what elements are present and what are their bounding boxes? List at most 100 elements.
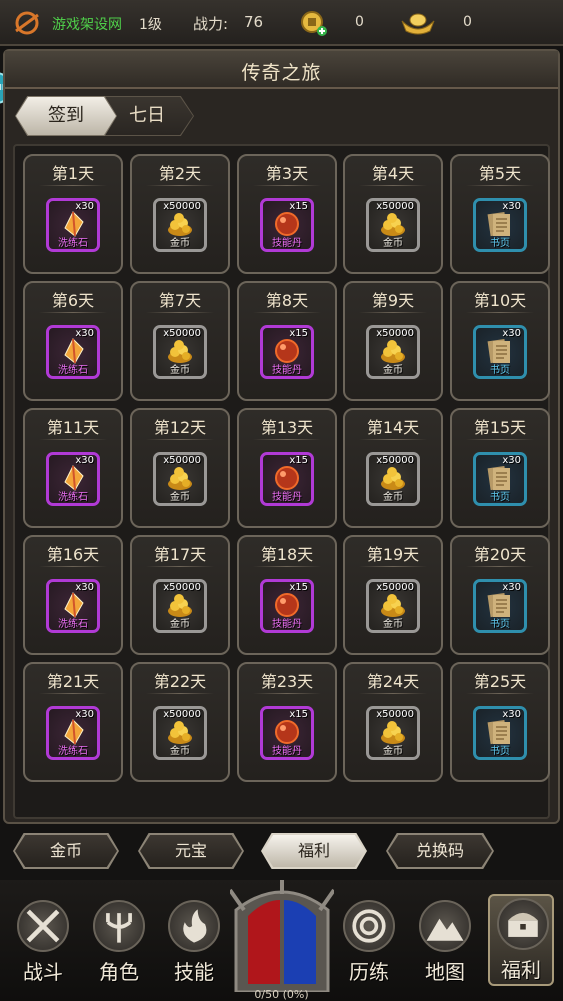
day-label: 第3天 bbox=[265, 164, 309, 183]
portal-gate-icon[interactable] bbox=[230, 880, 334, 992]
nav-item[interactable]: 福利 bbox=[488, 894, 554, 986]
reward-grid: 第1天 x30 洗练石 第2天 x50000 金币 第3天 x15 技能丹 第4天 x50000 金币… bbox=[13, 144, 550, 819]
day-card[interactable]: 第22天 x50000 金币 bbox=[130, 662, 230, 782]
day-card[interactable]: 第2天 x50000 金币 bbox=[130, 154, 230, 274]
reward-item[interactable]: x30 书页 bbox=[473, 198, 527, 252]
reward-item[interactable]: x15 技能丹 bbox=[260, 325, 314, 379]
day-card[interactable]: 第24天 x50000 金币 bbox=[343, 662, 443, 782]
reward-item[interactable]: x50000 金币 bbox=[153, 452, 207, 506]
reward-item[interactable]: x50000 金币 bbox=[153, 325, 207, 379]
reward-item[interactable]: x15 技能丹 bbox=[260, 198, 314, 252]
divider bbox=[466, 439, 534, 440]
day-card[interactable]: 第8天 x15 技能丹 bbox=[237, 281, 337, 401]
reward-quantity: x30 bbox=[502, 201, 521, 212]
reward-item[interactable]: x50000 金币 bbox=[366, 325, 420, 379]
day-card[interactable]: 第20天 x30 书页 bbox=[450, 535, 550, 655]
reward-item[interactable]: x30 书页 bbox=[473, 579, 527, 633]
day-label: 第20天 bbox=[473, 545, 527, 564]
nav-item[interactable]: 技能 bbox=[161, 898, 227, 986]
reward-item[interactable]: x30 书页 bbox=[473, 452, 527, 506]
day-card[interactable]: 第9天 x50000 金币 bbox=[343, 281, 443, 401]
reward-item[interactable]: x30 书页 bbox=[473, 706, 527, 760]
nav-item[interactable]: 地图 bbox=[412, 898, 478, 986]
reward-item[interactable]: x50000 金币 bbox=[366, 579, 420, 633]
reward-quantity: x30 bbox=[502, 328, 521, 339]
day-card[interactable]: 第19天 x50000 金币 bbox=[343, 535, 443, 655]
nav-label: 角色 bbox=[99, 960, 139, 984]
nav-item[interactable]: 角色 bbox=[86, 898, 152, 986]
reward-item[interactable]: x30 洗练石 bbox=[46, 452, 100, 506]
reward-name: 洗练石 bbox=[58, 238, 88, 249]
reward-item[interactable]: x50000 金币 bbox=[153, 198, 207, 252]
day-card[interactable]: 第12天 x50000 金币 bbox=[130, 408, 230, 528]
day-card[interactable]: 第3天 x15 技能丹 bbox=[237, 154, 337, 274]
day-card[interactable]: 第15天 x30 书页 bbox=[450, 408, 550, 528]
day-card[interactable]: 第10天 x30 书页 bbox=[450, 281, 550, 401]
day-label: 第15天 bbox=[473, 418, 527, 437]
reward-item[interactable]: x30 洗练石 bbox=[46, 198, 100, 252]
nav-label: 战斗 bbox=[23, 960, 63, 984]
reward-name: 书页 bbox=[490, 238, 510, 249]
filter-button[interactable]: 金币 bbox=[13, 833, 119, 869]
nav-icon-frame bbox=[343, 900, 395, 952]
nav-label: 地图 bbox=[425, 960, 465, 984]
filter-button[interactable]: 兑换码 bbox=[386, 833, 494, 869]
reward-name: 技能丹 bbox=[272, 492, 302, 503]
reward-quantity: x30 bbox=[75, 455, 94, 466]
nav-label: 技能 bbox=[174, 960, 214, 984]
reward-item[interactable]: x30 洗练石 bbox=[46, 706, 100, 760]
day-card[interactable]: 第25天 x30 书页 bbox=[450, 662, 550, 782]
reward-item[interactable]: x50000 金币 bbox=[366, 706, 420, 760]
player-level: 1级 bbox=[139, 17, 162, 33]
filter-button[interactable]: 福利 bbox=[261, 833, 367, 869]
day-label: 第24天 bbox=[366, 672, 420, 691]
reward-item[interactable]: x50000 金币 bbox=[366, 198, 420, 252]
day-card[interactable]: 第16天 x30 洗练石 bbox=[23, 535, 123, 655]
reward-item[interactable]: x30 洗练石 bbox=[46, 579, 100, 633]
nav-item[interactable]: 战斗 bbox=[10, 898, 76, 986]
coin-add-icon[interactable] bbox=[300, 9, 328, 37]
filter-label: 兑换码 bbox=[415, 841, 464, 860]
day-card[interactable]: 第17天 x50000 金币 bbox=[130, 535, 230, 655]
reward-item[interactable]: x15 技能丹 bbox=[260, 706, 314, 760]
day-card[interactable]: 第6天 x30 洗练石 bbox=[23, 281, 123, 401]
filter-button[interactable]: 元宝 bbox=[138, 833, 244, 869]
divider bbox=[466, 185, 534, 186]
day-card[interactable]: 第5天 x30 书页 bbox=[450, 154, 550, 274]
nav-label: 福利 bbox=[501, 958, 541, 982]
day-card[interactable]: 第18天 x15 技能丹 bbox=[237, 535, 337, 655]
reward-item[interactable]: x30 书页 bbox=[473, 325, 527, 379]
reward-item[interactable]: x15 技能丹 bbox=[260, 452, 314, 506]
reward-name: 洗练石 bbox=[58, 746, 88, 757]
day-card[interactable]: 第23天 x15 技能丹 bbox=[237, 662, 337, 782]
day-card[interactable]: 第13天 x15 技能丹 bbox=[237, 408, 337, 528]
reward-item[interactable]: x50000 金币 bbox=[366, 452, 420, 506]
day-label: 第8天 bbox=[265, 291, 309, 310]
reward-item[interactable]: x50000 金币 bbox=[153, 706, 207, 760]
reward-item[interactable]: x15 技能丹 bbox=[260, 579, 314, 633]
day-card[interactable]: 第21天 x30 洗练石 bbox=[23, 662, 123, 782]
day-card[interactable]: 第14天 x50000 金币 bbox=[343, 408, 443, 528]
day-card[interactable]: 第1天 x30 洗练石 bbox=[23, 154, 123, 274]
reward-quantity: x30 bbox=[502, 709, 521, 720]
reward-quantity: x50000 bbox=[163, 709, 201, 720]
reward-quantity: x30 bbox=[502, 582, 521, 593]
reward-name: 洗练石 bbox=[58, 365, 88, 376]
tab-sign-in[interactable]: 签到 bbox=[16, 97, 116, 135]
nav-item[interactable]: 历练 bbox=[336, 898, 402, 986]
reward-name: 技能丹 bbox=[272, 619, 302, 630]
reward-item[interactable]: x30 洗练石 bbox=[46, 325, 100, 379]
day-card[interactable]: 第11天 x30 洗练石 bbox=[23, 408, 123, 528]
nav-label: 历练 bbox=[349, 960, 389, 984]
reward-name: 书页 bbox=[490, 619, 510, 630]
reward-quantity: x15 bbox=[289, 582, 308, 593]
reward-quantity: x50000 bbox=[163, 455, 201, 466]
divider bbox=[146, 312, 214, 313]
reward-name: 金币 bbox=[170, 492, 190, 503]
day-label: 第18天 bbox=[260, 545, 314, 564]
day-card[interactable]: 第7天 x50000 金币 bbox=[130, 281, 230, 401]
reward-item[interactable]: x50000 金币 bbox=[153, 579, 207, 633]
reward-name: 金币 bbox=[383, 365, 403, 376]
divider bbox=[253, 566, 321, 567]
day-card[interactable]: 第4天 x50000 金币 bbox=[343, 154, 443, 274]
